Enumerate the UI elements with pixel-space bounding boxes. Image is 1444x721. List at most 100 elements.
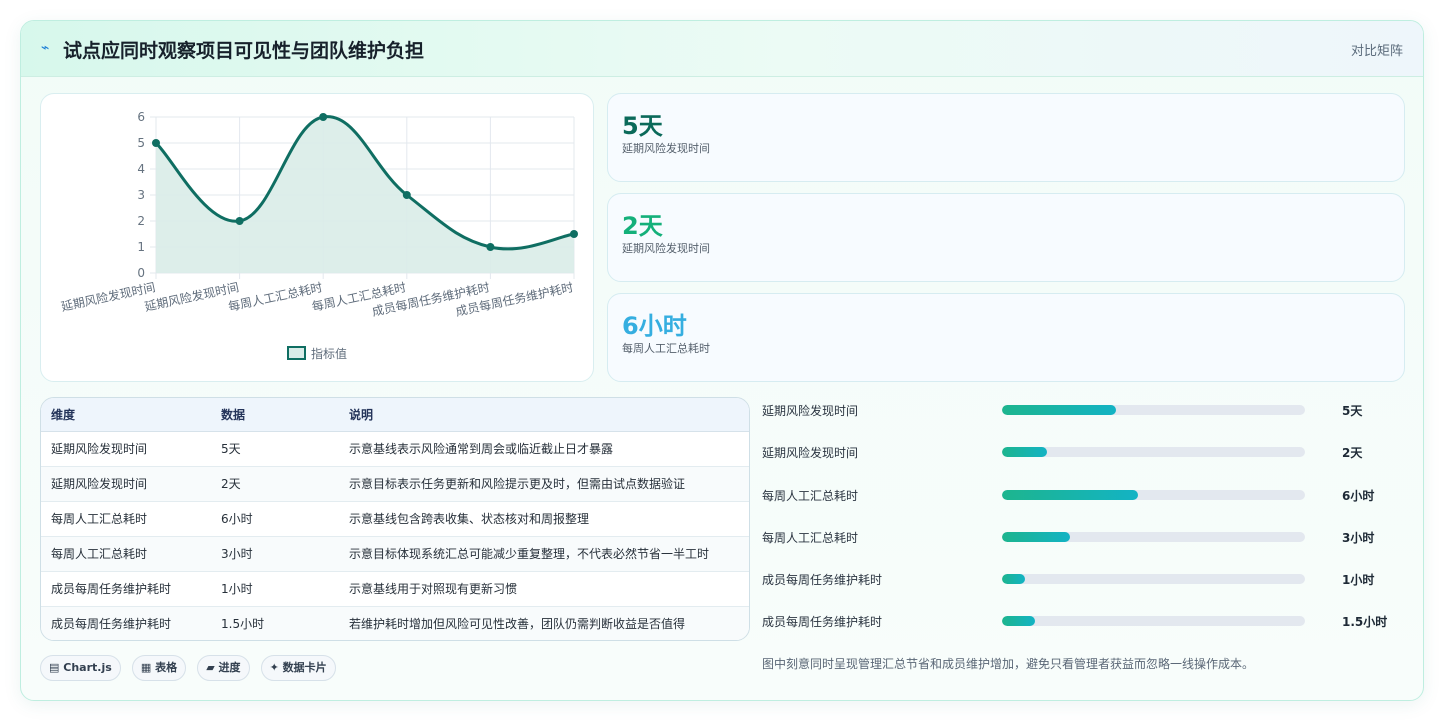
progress-label: 延期风险发现时间	[762, 404, 859, 418]
kpi-value: 5天	[622, 112, 663, 140]
table-cell: 2天	[211, 466, 339, 502]
kpi-card: 5天 延期风险发现时间	[607, 93, 1405, 182]
y-tick-label: 6	[137, 110, 145, 124]
dashboard-panel: ⌁ 试点应同时观察项目可见性与团队维护负担 对比矩阵 0 1 2 3 4 5 6 延期风险发现…	[20, 20, 1424, 701]
x-tick-label: 延期风险发现时间	[143, 279, 240, 314]
progress-label: 每周人工汇总耗时	[762, 489, 859, 503]
column-header: 维度	[41, 398, 211, 432]
column-header: 数据	[211, 398, 339, 432]
legend-label: 指标值	[311, 346, 347, 361]
y-tick-label: 2	[137, 214, 145, 228]
x-tick-label: 延期风险发现时间	[60, 279, 157, 314]
y-tick-label: 0	[137, 266, 145, 280]
progress-row: 延期风险发现时间 2天	[762, 441, 1402, 461]
progress-value: 6小时	[1342, 489, 1375, 503]
kpi-label: 每周人工汇总耗时	[622, 342, 710, 355]
table-cell: 示意基线用于对照现有更新习惯	[339, 571, 749, 607]
tag-list: ▤ Chart.js ▦ 表格 ▰ 进度 ✦ 数据卡片	[40, 655, 342, 681]
table-row: 延期风险发现时间 5天 示意基线表示风险通常到周会或临近截止日才暴露	[41, 431, 749, 467]
progress-value: 5天	[1342, 404, 1363, 418]
table-tag[interactable]: ▦ 表格	[131, 655, 187, 681]
table-cell: 6小时	[211, 501, 339, 537]
table-cell: 成员每周任务维护耗时	[41, 571, 211, 607]
table-cell: 示意基线表示风险通常到周会或临近截止日才暴露	[339, 431, 749, 467]
table-row: 每周人工汇总耗时 6小时 示意基线包含跨表收集、状态核对和周报整理	[41, 501, 749, 537]
table-cell: 成员每周任务维护耗时	[51, 617, 172, 632]
progress-fill	[1002, 447, 1048, 457]
progress-value: 2天	[1342, 446, 1363, 460]
data-point	[152, 139, 160, 147]
data-card-tag[interactable]: ✦ 数据卡片	[260, 655, 336, 681]
progress-track	[1002, 490, 1305, 500]
y-tick-label: 1	[137, 240, 145, 254]
table-row: 成员每周任务维护耗时 1.5小时 若维护耗时增加但风险可见性改善，团队仍需判断收…	[41, 606, 749, 640]
progress-track	[1002, 574, 1305, 584]
progress-value: 1小时	[1342, 573, 1375, 587]
table-row: 延期风险发现时间 2天 示意目标表示任务更新和风险提示更及时，但需由试点数据验证	[41, 466, 749, 502]
kpi-label: 延期风险发现时间	[622, 242, 710, 255]
comparison-matrix-link[interactable]: 对比矩阵	[1351, 40, 1403, 59]
table-cell: 延期风险发现时间	[41, 431, 211, 467]
table-cell: 若维护耗时增加但风险可见性改善，团队仍需判断收益是否值得	[349, 617, 686, 632]
progress-icon: ▰	[206, 661, 215, 674]
table-cell: 5天	[211, 431, 339, 467]
table-cell: 1小时	[211, 571, 339, 607]
progress-tag[interactable]: ▰ 进度	[197, 655, 250, 681]
line-chart: 0123456延期风险发现时间延期风险发现时间每周人工汇总耗时每周人工汇总耗时成…	[60, 110, 578, 361]
card-icon: ✦	[269, 661, 279, 674]
progress-row: 每周人工汇总耗时 3小时	[762, 526, 1402, 546]
data-point	[402, 191, 411, 199]
table-cell: 示意目标表示任务更新和风险提示更及时，但需由试点数据验证	[339, 466, 749, 502]
y-tick-label: 3	[137, 188, 145, 202]
footnote: 图中刻意同时呈现管理汇总节省和成员维护增加，避免只看管理者获益而忽略一线操作成本…	[762, 657, 1255, 671]
progress-bar-list: 延期风险发现时间 5天 延期风险发现时间 2天 每周人工汇总耗时 6小时 每周人…	[762, 399, 1402, 649]
panel-header: ⌁ 试点应同时观察项目可见性与团队维护负担 对比矩阵	[21, 21, 1423, 77]
legend-swatch	[287, 346, 306, 360]
data-point	[319, 113, 328, 121]
tag-label: 进度	[218, 661, 241, 674]
progress-track	[1002, 447, 1305, 457]
progress-label: 每周人工汇总耗时	[762, 531, 859, 545]
progress-fill	[1002, 405, 1116, 415]
data-point	[570, 230, 578, 238]
progress-fill	[1002, 616, 1036, 626]
table-cell: 每周人工汇总耗时	[41, 501, 211, 537]
kpi-value: 6小时	[622, 312, 687, 340]
progress-fill	[1002, 574, 1025, 584]
y-tick-label: 4	[137, 162, 145, 176]
progress-row: 成员每周任务维护耗时 1小时	[762, 568, 1402, 588]
progress-label: 延期风险发现时间	[762, 446, 859, 460]
y-tick-label: 5	[137, 136, 145, 150]
progress-value: 1.5小时	[1342, 615, 1388, 629]
tag-label: 数据卡片	[282, 661, 327, 674]
table-cell: 延期风险发现时间	[41, 466, 211, 502]
table-cell: 每周人工汇总耗时	[41, 536, 211, 572]
data-table-card: 维度 数据 说明 延期风险发现时间 5天 示意基线表示风险通常到周会或临近截止日…	[40, 397, 750, 641]
progress-label: 成员每周任务维护耗时	[762, 573, 883, 587]
kpi-card: 2天 延期风险发现时间	[607, 193, 1405, 282]
tag-label: 表格	[155, 661, 178, 674]
table-row: 成员每周任务维护耗时 1小时 示意基线用于对照现有更新习惯	[41, 571, 749, 607]
table-cell: 3小时	[211, 536, 339, 572]
data-point	[235, 217, 244, 225]
progress-track	[1002, 532, 1305, 542]
progress-value: 3小时	[1342, 531, 1375, 545]
kpi-label: 延期风险发现时间	[622, 142, 710, 155]
progress-row: 延期风险发现时间 5天	[762, 399, 1402, 419]
column-header: 说明	[339, 398, 749, 432]
chartjs-tag[interactable]: ▤ Chart.js	[40, 655, 121, 681]
line-chart-card: 0 1 2 3 4 5 6 延期风险发现时间 延期风险发现时间 每周人工汇总耗时 每周人工汇总耗时成…	[40, 93, 594, 382]
table-cell: 示意目标体现系统汇总可能减少重复整理，不代表必然节省一半工时	[339, 536, 749, 572]
progress-row: 每周人工汇总耗时 6小时	[762, 484, 1402, 504]
progress-fill	[1002, 490, 1139, 500]
table-row: 每周人工汇总耗时 3小时 示意目标体现系统汇总可能减少重复整理，不代表必然节省一…	[41, 536, 749, 572]
x-tick-label: 每周人工汇总耗时	[227, 279, 324, 314]
page-title: 试点应同时观察项目可见性与团队维护负担	[63, 40, 425, 62]
progress-label: 成员每周任务维护耗时	[762, 615, 883, 629]
progress-row: 成员每周任务维护耗时 1.5小时	[762, 610, 1402, 630]
table-cell: 1.5小时	[221, 617, 265, 632]
progress-fill	[1002, 532, 1071, 542]
kpi-card: 6小时 每周人工汇总耗时	[607, 293, 1405, 382]
lightning-icon: ⌁	[41, 40, 50, 56]
chart-icon: ▤	[49, 661, 60, 674]
